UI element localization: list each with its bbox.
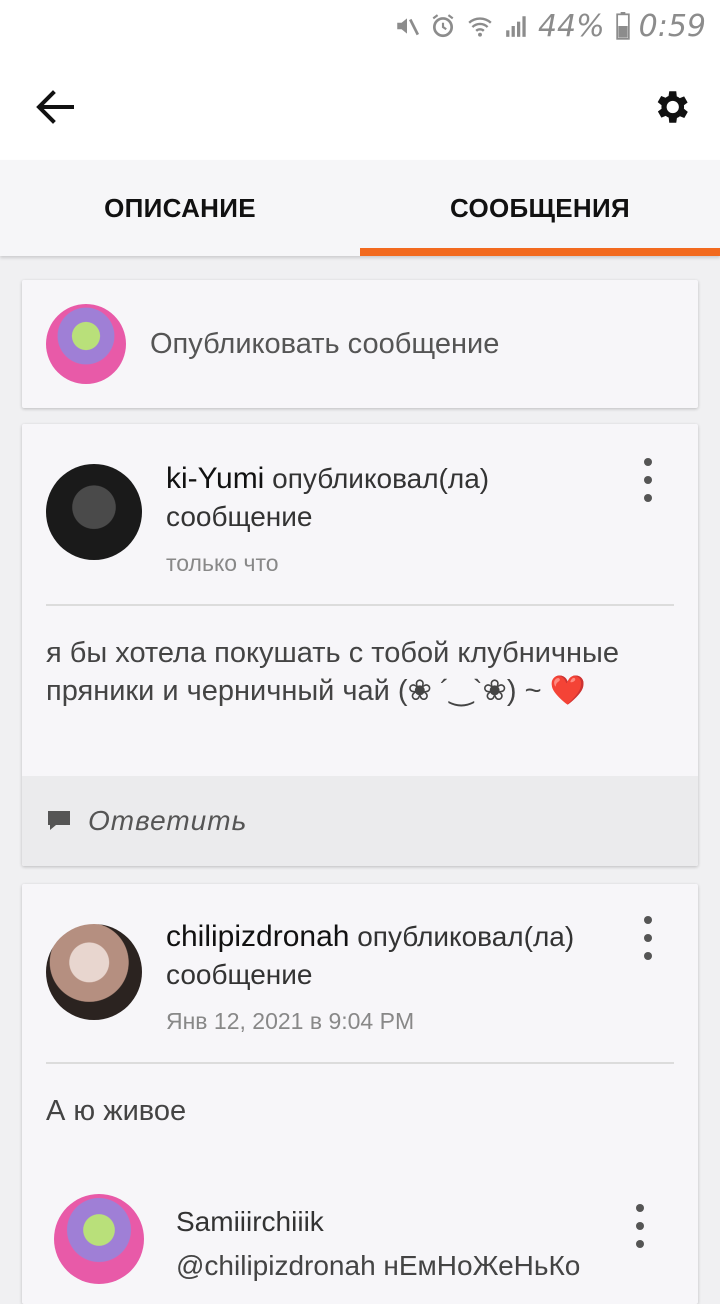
post-body: я бы хотела покушать с тобой клубничные …: [46, 637, 620, 707]
reply-text: @chilipizdronah нЕмНоЖеНьКо: [176, 1250, 581, 1281]
post-username[interactable]: ki-Yumi: [166, 462, 264, 495]
post-body: А ю живое: [46, 1095, 187, 1127]
avatar[interactable]: [54, 1194, 144, 1284]
wifi-icon: [466, 13, 494, 39]
post-header: ki-Yumi опубликовал(ла) сообщение: [166, 460, 626, 536]
back-button[interactable]: [30, 82, 80, 132]
settings-button[interactable]: [646, 82, 696, 132]
tab-description[interactable]: ОПИСАНИЕ: [0, 160, 360, 256]
more-vert-icon[interactable]: [638, 458, 658, 502]
compose-placeholder: Опубликовать сообщение: [150, 328, 500, 360]
gear-icon: [657, 91, 688, 123]
divider: [46, 1062, 674, 1064]
post-username[interactable]: chilipizdronah: [166, 920, 349, 953]
post-card: ki-Yumi опубликовал(ла) сообщение только…: [22, 424, 698, 866]
battery-icon: [615, 12, 631, 40]
tab-messages[interactable]: СООБЩЕНИЯ: [360, 160, 720, 256]
alarm-icon: [430, 13, 456, 39]
post-verb: опубликовал(ла): [272, 463, 490, 494]
reply-label: Ответить: [88, 805, 248, 836]
post-verb: опубликовал(ла): [357, 921, 575, 952]
more-vert-icon[interactable]: [638, 916, 658, 960]
avatar[interactable]: [46, 924, 142, 1020]
more-vert-icon[interactable]: [630, 1204, 650, 1248]
mute-icon: [394, 13, 420, 39]
post-card: chilipizdronah опубликовал(ла) сообщение…: [22, 884, 698, 1304]
post-time: только что: [166, 550, 279, 576]
compose-card[interactable]: Опубликовать сообщение: [22, 280, 698, 408]
post-object: сообщение: [166, 959, 313, 990]
post-object: сообщение: [166, 501, 313, 532]
avatar: [46, 304, 126, 384]
clock: 0:59: [638, 8, 706, 44]
post-header: chilipizdronah опубликовал(ла) сообщение: [166, 918, 626, 994]
avatar[interactable]: [46, 464, 142, 560]
reply-button[interactable]: Ответить: [22, 776, 698, 866]
app-bar: [0, 52, 720, 160]
signal-icon: [504, 13, 530, 39]
comment-icon: [46, 809, 72, 833]
divider: [46, 604, 674, 606]
status-bar: 44% 0:59: [0, 0, 720, 52]
tab-bar: ОПИСАНИЕ СООБЩЕНИЯ: [0, 160, 720, 256]
back-arrow-icon: [36, 90, 74, 124]
post-time: Янв 12, 2021 в 9:04 PM: [166, 1008, 415, 1034]
reply-username[interactable]: Samiiirchiiik: [176, 1206, 324, 1238]
battery-percent: 44%: [537, 8, 605, 44]
